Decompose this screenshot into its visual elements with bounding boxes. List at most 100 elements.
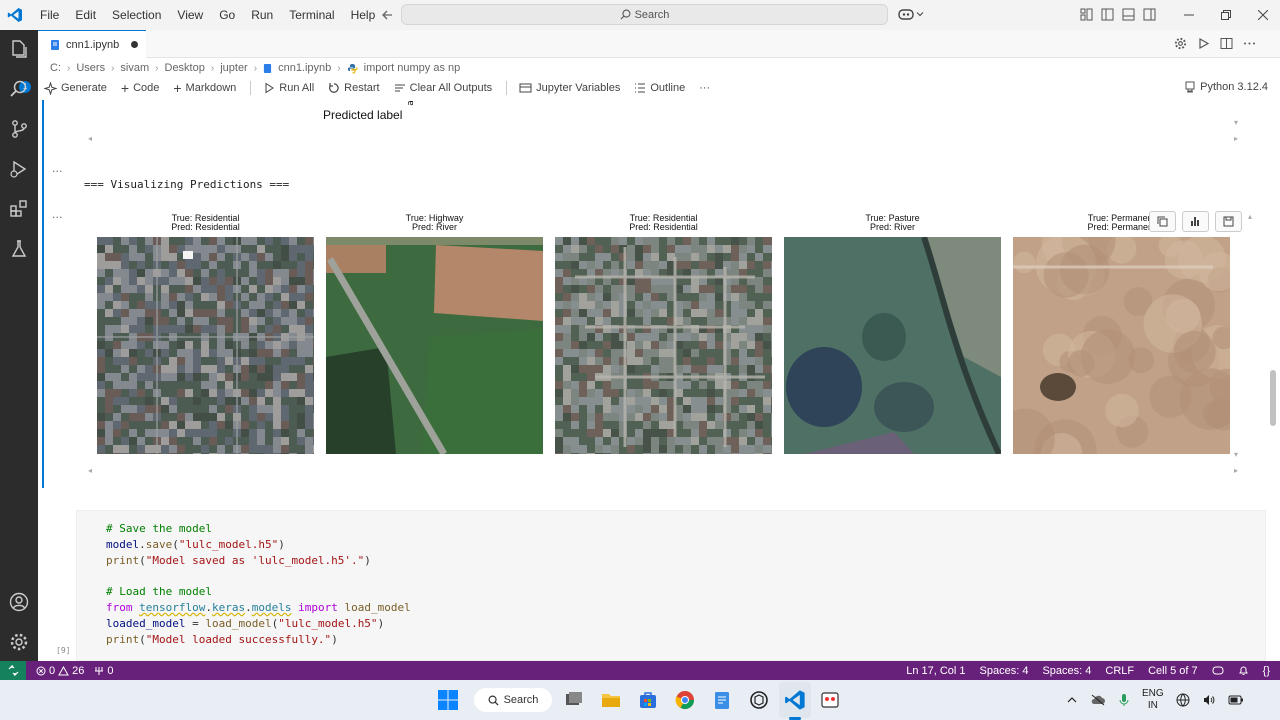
output-collapse-ellipsis[interactable]: ...: [52, 208, 63, 221]
menu-terminal[interactable]: Terminal: [281, 8, 342, 22]
remote-indicator[interactable]: [0, 661, 26, 680]
scroll-right-icon[interactable]: ▸: [1234, 466, 1238, 475]
copilot-status-icon[interactable]: [1212, 665, 1224, 676]
run-play-icon[interactable]: [1197, 37, 1210, 50]
ports-indicator[interactable]: 0: [94, 664, 114, 677]
plus-icon: +: [173, 80, 182, 96]
menu-view[interactable]: View: [169, 8, 211, 22]
close-button[interactable]: [1244, 0, 1280, 30]
braces-icon[interactable]: {}: [1263, 665, 1270, 677]
restore-button[interactable]: [1207, 0, 1244, 30]
more-toolbar-actions[interactable]: ···: [699, 82, 710, 94]
testing-flask-icon[interactable]: [8, 238, 30, 260]
menu-selection[interactable]: Selection: [104, 8, 169, 22]
split-editor-icon[interactable]: [1220, 37, 1233, 50]
scroll-right-icon[interactable]: ▸: [1234, 134, 1238, 143]
menu-edit[interactable]: Edit: [67, 8, 104, 22]
windows-start-icon[interactable]: [437, 689, 459, 711]
notepad-icon[interactable]: [711, 689, 733, 711]
breadcrumb-users[interactable]: Users: [76, 62, 105, 74]
code-cell[interactable]: # Save the model model.save("lulc_model.…: [76, 510, 1266, 661]
account-icon[interactable]: [8, 591, 30, 613]
outline-button[interactable]: Outline: [634, 82, 685, 94]
clear-all-outputs-button[interactable]: Clear All Outputs: [394, 82, 492, 94]
ports-count: 0: [107, 664, 114, 677]
line-ending[interactable]: CRLF: [1105, 665, 1134, 677]
outline-list-icon: [635, 83, 646, 93]
menu-help[interactable]: Help: [343, 8, 384, 22]
microphone-icon[interactable]: [1118, 693, 1130, 707]
scroll-down-icon[interactable]: ▾: [1234, 450, 1238, 459]
snipping-tool-icon[interactable]: [819, 689, 841, 711]
breadcrumb-drive[interactable]: C:: [50, 62, 61, 74]
network-globe-icon[interactable]: [1176, 693, 1190, 707]
breadcrumb-folder[interactable]: jupter: [220, 62, 248, 74]
copy-output-button[interactable]: [1149, 211, 1176, 232]
open-plot-viewer-button[interactable]: [1182, 211, 1209, 232]
explorer-icon[interactable]: [8, 38, 30, 60]
breadcrumb-user[interactable]: sivam: [120, 62, 149, 74]
toggle-secondary-sidebar-icon[interactable]: [1143, 8, 1156, 21]
vscode-taskbar-icon[interactable]: [784, 689, 806, 711]
minimize-button[interactable]: [1170, 0, 1207, 30]
indentation-1[interactable]: Spaces: 4: [980, 665, 1029, 677]
output-collapse-ellipsis[interactable]: ...: [52, 162, 63, 175]
source-control-icon[interactable]: [8, 118, 30, 140]
scroll-up-icon[interactable]: ▴: [1248, 212, 1252, 221]
jupyter-variables-button[interactable]: Jupyter Variables: [519, 82, 620, 94]
save-output-button[interactable]: [1215, 211, 1242, 232]
more-actions-icon[interactable]: [1243, 37, 1256, 50]
menu-go[interactable]: Go: [211, 8, 243, 22]
menu-file[interactable]: File: [32, 8, 67, 22]
kernel-picker[interactable]: Python 3.12.4: [1184, 81, 1268, 93]
breadcrumb-symbol[interactable]: import numpy as np: [364, 62, 461, 74]
breadcrumb-file[interactable]: cnn1.ipynb: [278, 62, 331, 74]
indentation-2[interactable]: Spaces: 4: [1042, 665, 1091, 677]
speaker-icon[interactable]: [1202, 693, 1216, 707]
scroll-down-icon[interactable]: ▾: [1234, 118, 1238, 127]
unsaved-dot-icon[interactable]: [131, 41, 139, 48]
toggle-primary-sidebar-icon[interactable]: [1101, 8, 1114, 21]
back-arrow-icon[interactable]: [380, 8, 394, 22]
scroll-left-icon[interactable]: ◂: [88, 134, 92, 143]
chevron-up-icon[interactable]: [1066, 694, 1078, 706]
battery-icon[interactable]: [1228, 694, 1244, 706]
search-icon[interactable]: [8, 78, 30, 100]
command-center-search[interactable]: Search: [401, 4, 888, 25]
extensions-icon[interactable]: [8, 198, 30, 220]
add-code-cell-button[interactable]: + Code: [121, 80, 159, 96]
toggle-panel-icon[interactable]: [1122, 8, 1135, 21]
cell-position[interactable]: Cell 5 of 7: [1148, 665, 1198, 677]
run-debug-icon[interactable]: [8, 158, 30, 180]
gear-icon[interactable]: [1174, 37, 1187, 50]
code-editor[interactable]: # Save the model model.save("lulc_model.…: [106, 521, 411, 647]
variables-icon: [519, 83, 532, 93]
menu-run[interactable]: Run: [243, 8, 281, 22]
close-icon: [1257, 10, 1268, 20]
cursor-position[interactable]: Ln 17, Col 1: [906, 665, 965, 677]
add-markdown-cell-button[interactable]: + Markdown: [173, 80, 236, 96]
tab-cnn1-ipynb[interactable]: cnn1.ipynb: [38, 30, 146, 58]
bell-icon[interactable]: [1238, 665, 1249, 676]
settings-gear-icon[interactable]: [8, 631, 30, 653]
task-view-icon[interactable]: [563, 689, 585, 711]
cell-focus-indicator: [42, 100, 44, 488]
cloud-offline-icon[interactable]: [1090, 694, 1106, 706]
satellite-image: [555, 237, 772, 454]
customize-layout-icon[interactable]: [1080, 8, 1093, 21]
activity-bar: 1: [0, 30, 38, 661]
problems-indicator[interactable]: 0 26: [36, 665, 84, 677]
chrome-icon[interactable]: [674, 689, 696, 711]
generate-button[interactable]: Generate: [44, 81, 107, 95]
file-explorer-icon[interactable]: [600, 689, 622, 711]
run-all-button[interactable]: Run All: [263, 82, 314, 94]
chatgpt-icon[interactable]: [748, 689, 770, 711]
copilot-button[interactable]: [898, 7, 924, 21]
scroll-left-icon[interactable]: ◂: [88, 466, 92, 475]
taskbar-search[interactable]: Search: [474, 688, 552, 712]
vertical-scrollbar[interactable]: [1270, 370, 1276, 426]
language-indicator[interactable]: ENG IN: [1142, 688, 1164, 712]
restart-button[interactable]: Restart: [328, 82, 380, 94]
store-icon[interactable]: [637, 689, 659, 711]
breadcrumb-desktop[interactable]: Desktop: [165, 62, 205, 74]
